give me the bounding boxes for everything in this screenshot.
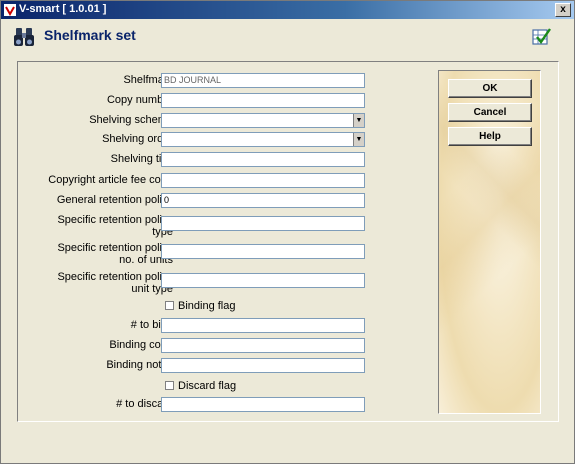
shelfmark-field[interactable]: BD JOURNAL — [161, 73, 365, 88]
chevron-down-icon[interactable]: ▼ — [353, 133, 364, 146]
check-help-icon[interactable] — [532, 27, 552, 47]
specific-retention-type-label-1: Specific retention policy — [57, 214, 173, 226]
specific-retention-type-row: Specific retention policy type — [18, 213, 438, 241]
window-title: V-smart [ 1.0.01 ] — [19, 3, 107, 15]
shelving-order-select[interactable]: ▼ — [161, 132, 365, 147]
shelving-title-row: Shelving title — [18, 152, 438, 169]
binding-color-row: Binding color — [18, 338, 438, 355]
copy-number-row: Copy number — [18, 93, 438, 110]
cancel-button[interactable]: Cancel — [448, 103, 532, 122]
chevron-down-icon[interactable]: ▼ — [353, 114, 364, 127]
heading-bar: Shelfmark set — [1, 20, 574, 56]
discard-flag-checkbox[interactable] — [165, 381, 174, 390]
binding-notes-field[interactable] — [161, 358, 365, 373]
to-discard-field[interactable] — [161, 397, 365, 412]
binding-notes-row: Binding notes — [18, 358, 438, 375]
binding-flag-checkbox[interactable] — [165, 301, 174, 310]
copyright-fee-field[interactable] — [161, 173, 365, 188]
discard-flag-label: Discard flag — [178, 380, 237, 392]
copyright-fee-row: Copyright article fee code — [18, 173, 438, 190]
shelving-title-field[interactable] — [161, 152, 365, 167]
title-bar: V-smart [ 1.0.01 ] x — [1, 1, 574, 19]
ok-button[interactable]: OK — [448, 79, 532, 98]
shelving-scheme-row: Shelving scheme ▼ — [18, 113, 438, 130]
binding-flag-row: Binding flag — [18, 299, 438, 316]
shelfmark-row: Shelfmark BD JOURNAL — [18, 73, 438, 90]
specific-retention-unit-type-field[interactable] — [161, 273, 365, 288]
button-panel: OK Cancel Help — [438, 70, 541, 414]
copy-number-field[interactable] — [161, 93, 365, 108]
discard-flag-row: Discard flag — [18, 379, 438, 396]
specific-retention-type-field[interactable] — [161, 216, 365, 231]
shelving-order-row: Shelving order ▼ — [18, 132, 438, 149]
vsmart-icon — [4, 4, 16, 16]
specific-retention-units-field[interactable] — [161, 244, 365, 259]
binoculars-icon — [13, 26, 35, 48]
app-window: V-smart [ 1.0.01 ] x Shelfmark set Shelf… — [0, 0, 575, 464]
copyright-fee-label: Copyright article fee code — [48, 174, 173, 186]
to-discard-row: # to discard — [18, 397, 438, 414]
to-bind-field[interactable] — [161, 318, 365, 333]
specific-retention-units-row: Specific retention policy no. of units — [18, 241, 438, 269]
form-panel: Shelfmark BD JOURNAL Copy number Shelvin… — [17, 61, 559, 422]
specific-retention-unit-type-label-1: Specific retention policy — [57, 271, 173, 283]
to-bind-row: # to bind — [18, 318, 438, 335]
specific-retention-unit-type-row: Specific retention policy unit type — [18, 270, 438, 298]
shelving-scheme-select[interactable]: ▼ — [161, 113, 365, 128]
general-retention-row: General retention policy 0 — [18, 193, 438, 210]
general-retention-field[interactable]: 0 — [161, 193, 365, 208]
page-title: Shelfmark set — [44, 27, 136, 43]
close-button[interactable]: x — [555, 3, 571, 17]
help-button[interactable]: Help — [448, 127, 532, 146]
specific-retention-units-label-1: Specific retention policy — [57, 242, 173, 254]
general-retention-label: General retention policy — [56, 194, 173, 206]
binding-flag-label: Binding flag — [178, 300, 236, 312]
binding-color-field[interactable] — [161, 338, 365, 353]
